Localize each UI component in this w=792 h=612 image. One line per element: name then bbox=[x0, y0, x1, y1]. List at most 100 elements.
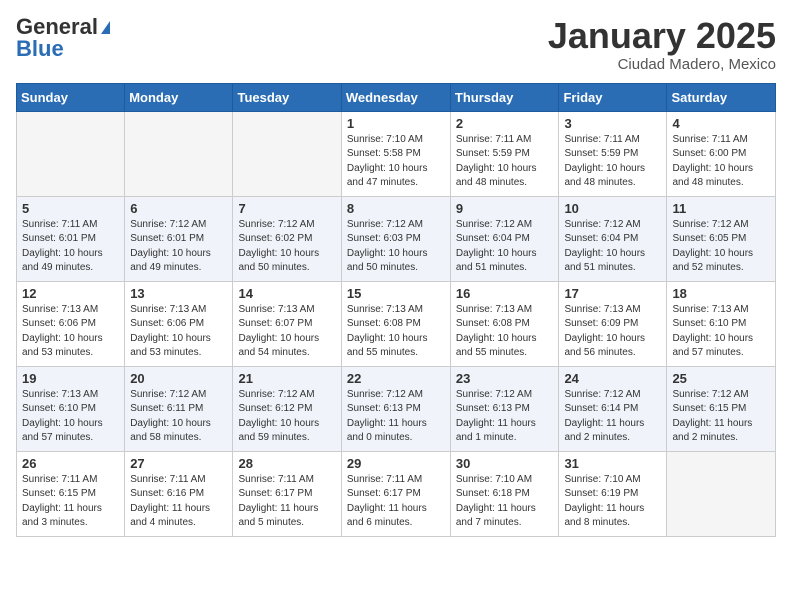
day-number: 16 bbox=[456, 286, 554, 301]
calendar-day-cell: 16Sunrise: 7:13 AM Sunset: 6:08 PM Dayli… bbox=[450, 281, 559, 366]
day-number: 23 bbox=[456, 371, 554, 386]
calendar-day-cell: 12Sunrise: 7:13 AM Sunset: 6:06 PM Dayli… bbox=[17, 281, 125, 366]
day-info: Sunrise: 7:13 AM Sunset: 6:10 PM Dayligh… bbox=[672, 303, 770, 361]
calendar-day-cell: 11Sunrise: 7:12 AM Sunset: 6:05 PM Dayli… bbox=[667, 196, 776, 281]
calendar-week-row: 12Sunrise: 7:13 AM Sunset: 6:06 PM Dayli… bbox=[17, 281, 776, 366]
calendar-day-cell: 8 Sunrise: 7:12 AM Sunset: 6:03 PM Daylig… bbox=[341, 196, 450, 281]
calendar-day-cell: 27Sunrise: 7:11 AM Sunset: 6:16 PM Dayli… bbox=[125, 451, 233, 536]
calendar-day-cell: 26 Sunrise: 7:11 AM Sunset: 6:15 PM Dayli… bbox=[17, 451, 125, 536]
day-info: Sunrise: 7:12 AM Sunset: 6:14 PM Dayligh… bbox=[564, 388, 661, 446]
calendar-week-row: 26 Sunrise: 7:11 AM Sunset: 6:15 PM Dayli… bbox=[17, 451, 776, 536]
calendar-day-cell: 4Sunrise: 7:11 AM Sunset: 6:00 PM Daylig… bbox=[667, 111, 776, 196]
day-number: 28 bbox=[238, 456, 335, 471]
day-number: 8 bbox=[347, 201, 445, 216]
day-info: Sunrise: 7:12 AM Sunset: 6:04 PM Dayligh… bbox=[564, 218, 661, 276]
calendar-day-cell: 25 Sunrise: 7:12 AM Sunset: 6:15 PM Dayli… bbox=[667, 366, 776, 451]
weekday-header-thursday: Thursday bbox=[450, 83, 559, 111]
logo-triangle-icon bbox=[101, 21, 110, 34]
calendar-week-row: 1Sunrise: 7:10 AM Sunset: 5:58 PM Daylig… bbox=[17, 111, 776, 196]
day-info: Sunrise: 7:11 AM Sunset: 6:01 PM Dayligh… bbox=[22, 218, 119, 276]
calendar-day-cell: 10 Sunrise: 7:12 AM Sunset: 6:04 PM Dayli… bbox=[559, 196, 667, 281]
day-info: Sunrise: 7:13 AM Sunset: 6:06 PM Dayligh… bbox=[22, 303, 119, 361]
day-number: 30 bbox=[456, 456, 554, 471]
day-info: Sunrise: 7:11 AM Sunset: 6:16 PM Dayligh… bbox=[130, 473, 227, 531]
day-info: Sunrise: 7:12 AM Sunset: 6:01 PM Dayligh… bbox=[130, 218, 227, 276]
calendar-day-cell: 15 Sunrise: 7:13 AM Sunset: 6:08 PM Dayli… bbox=[341, 281, 450, 366]
weekday-header-sunday: Sunday bbox=[17, 83, 125, 111]
calendar-day-cell bbox=[667, 451, 776, 536]
calendar-day-cell: 13 Sunrise: 7:13 AM Sunset: 6:06 PM Dayli… bbox=[125, 281, 233, 366]
day-info: Sunrise: 7:10 AM Sunset: 6:19 PM Dayligh… bbox=[564, 473, 661, 531]
calendar-day-cell: 18Sunrise: 7:13 AM Sunset: 6:10 PM Dayli… bbox=[667, 281, 776, 366]
day-number: 10 bbox=[564, 201, 661, 216]
calendar-day-cell: 1Sunrise: 7:10 AM Sunset: 5:58 PM Daylig… bbox=[341, 111, 450, 196]
calendar-day-cell: 21 Sunrise: 7:12 AM Sunset: 6:12 PM Dayli… bbox=[233, 366, 341, 451]
day-info: Sunrise: 7:12 AM Sunset: 6:04 PM Dayligh… bbox=[456, 218, 554, 276]
day-number: 24 bbox=[564, 371, 661, 386]
day-number: 14 bbox=[238, 286, 335, 301]
calendar-day-cell: 24 Sunrise: 7:12 AM Sunset: 6:14 PM Dayli… bbox=[559, 366, 667, 451]
day-number: 17 bbox=[564, 286, 661, 301]
calendar-day-cell: 17 Sunrise: 7:13 AM Sunset: 6:09 PM Dayli… bbox=[559, 281, 667, 366]
calendar-day-cell: 29Sunrise: 7:11 AM Sunset: 6:17 PM Dayli… bbox=[341, 451, 450, 536]
day-number: 15 bbox=[347, 286, 445, 301]
day-number: 1 bbox=[347, 116, 445, 131]
calendar-table: SundayMondayTuesdayWednesdayThursdayFrid… bbox=[16, 83, 776, 537]
day-number: 3 bbox=[564, 116, 661, 131]
calendar-day-cell: 30Sunrise: 7:10 AM Sunset: 6:18 PM Dayli… bbox=[450, 451, 559, 536]
day-info: Sunrise: 7:13 AM Sunset: 6:06 PM Dayligh… bbox=[130, 303, 227, 361]
day-info: Sunrise: 7:13 AM Sunset: 6:09 PM Dayligh… bbox=[564, 303, 661, 361]
calendar-day-cell: 22 Sunrise: 7:12 AM Sunset: 6:13 PM Dayli… bbox=[341, 366, 450, 451]
day-info: Sunrise: 7:11 AM Sunset: 5:59 PM Dayligh… bbox=[456, 133, 554, 191]
day-number: 7 bbox=[238, 201, 335, 216]
day-info: Sunrise: 7:11 AM Sunset: 6:00 PM Dayligh… bbox=[672, 133, 770, 191]
calendar-day-cell: 5 Sunrise: 7:11 AM Sunset: 6:01 PM Daylig… bbox=[17, 196, 125, 281]
day-number: 26 bbox=[22, 456, 119, 471]
day-number: 31 bbox=[564, 456, 661, 471]
logo-blue: Blue bbox=[16, 38, 64, 60]
day-info: Sunrise: 7:11 AM Sunset: 5:59 PM Dayligh… bbox=[564, 133, 661, 191]
calendar-day-cell: 23 Sunrise: 7:12 AM Sunset: 6:13 PM Dayli… bbox=[450, 366, 559, 451]
day-number: 13 bbox=[130, 286, 227, 301]
day-number: 5 bbox=[22, 201, 119, 216]
day-info: Sunrise: 7:13 AM Sunset: 6:07 PM Dayligh… bbox=[238, 303, 335, 361]
day-info: Sunrise: 7:12 AM Sunset: 6:15 PM Dayligh… bbox=[672, 388, 770, 446]
day-info: Sunrise: 7:12 AM Sunset: 6:03 PM Dayligh… bbox=[347, 218, 445, 276]
calendar-week-row: 5 Sunrise: 7:11 AM Sunset: 6:01 PM Daylig… bbox=[17, 196, 776, 281]
day-number: 22 bbox=[347, 371, 445, 386]
day-info: Sunrise: 7:11 AM Sunset: 6:17 PM Dayligh… bbox=[347, 473, 445, 531]
day-info: Sunrise: 7:13 AM Sunset: 6:10 PM Dayligh… bbox=[22, 388, 119, 446]
day-number: 9 bbox=[456, 201, 554, 216]
weekday-header-friday: Friday bbox=[559, 83, 667, 111]
location: Ciudad Madero, Mexico bbox=[548, 56, 776, 73]
day-info: Sunrise: 7:12 AM Sunset: 6:13 PM Dayligh… bbox=[456, 388, 554, 446]
calendar-day-cell: 3 Sunrise: 7:11 AM Sunset: 5:59 PM Daylig… bbox=[559, 111, 667, 196]
page-header: General Blue January 2025 Ciudad Madero,… bbox=[16, 16, 776, 73]
calendar-day-cell: 7Sunrise: 7:12 AM Sunset: 6:02 PM Daylig… bbox=[233, 196, 341, 281]
calendar-day-cell: 9 Sunrise: 7:12 AM Sunset: 6:04 PM Daylig… bbox=[450, 196, 559, 281]
day-info: Sunrise: 7:13 AM Sunset: 6:08 PM Dayligh… bbox=[347, 303, 445, 361]
weekday-header-saturday: Saturday bbox=[667, 83, 776, 111]
day-number: 11 bbox=[672, 201, 770, 216]
calendar-day-cell bbox=[17, 111, 125, 196]
day-number: 20 bbox=[130, 371, 227, 386]
day-number: 6 bbox=[130, 201, 227, 216]
logo: General Blue bbox=[16, 16, 110, 60]
weekday-header-monday: Monday bbox=[125, 83, 233, 111]
day-number: 21 bbox=[238, 371, 335, 386]
day-info: Sunrise: 7:11 AM Sunset: 6:15 PM Dayligh… bbox=[22, 473, 119, 531]
day-info: Sunrise: 7:11 AM Sunset: 6:17 PM Dayligh… bbox=[238, 473, 335, 531]
day-number: 19 bbox=[22, 371, 119, 386]
month-title: January 2025 bbox=[548, 16, 776, 56]
day-number: 25 bbox=[672, 371, 770, 386]
day-info: Sunrise: 7:12 AM Sunset: 6:12 PM Dayligh… bbox=[238, 388, 335, 446]
logo-general: General bbox=[16, 16, 98, 38]
weekday-header-tuesday: Tuesday bbox=[233, 83, 341, 111]
calendar-day-cell: 2 Sunrise: 7:11 AM Sunset: 5:59 PM Daylig… bbox=[450, 111, 559, 196]
day-info: Sunrise: 7:12 AM Sunset: 6:13 PM Dayligh… bbox=[347, 388, 445, 446]
day-number: 2 bbox=[456, 116, 554, 131]
weekday-header-row: SundayMondayTuesdayWednesdayThursdayFrid… bbox=[17, 83, 776, 111]
calendar-day-cell: 31 Sunrise: 7:10 AM Sunset: 6:19 PM Dayli… bbox=[559, 451, 667, 536]
calendar-day-cell: 6 Sunrise: 7:12 AM Sunset: 6:01 PM Daylig… bbox=[125, 196, 233, 281]
calendar-day-cell bbox=[233, 111, 341, 196]
